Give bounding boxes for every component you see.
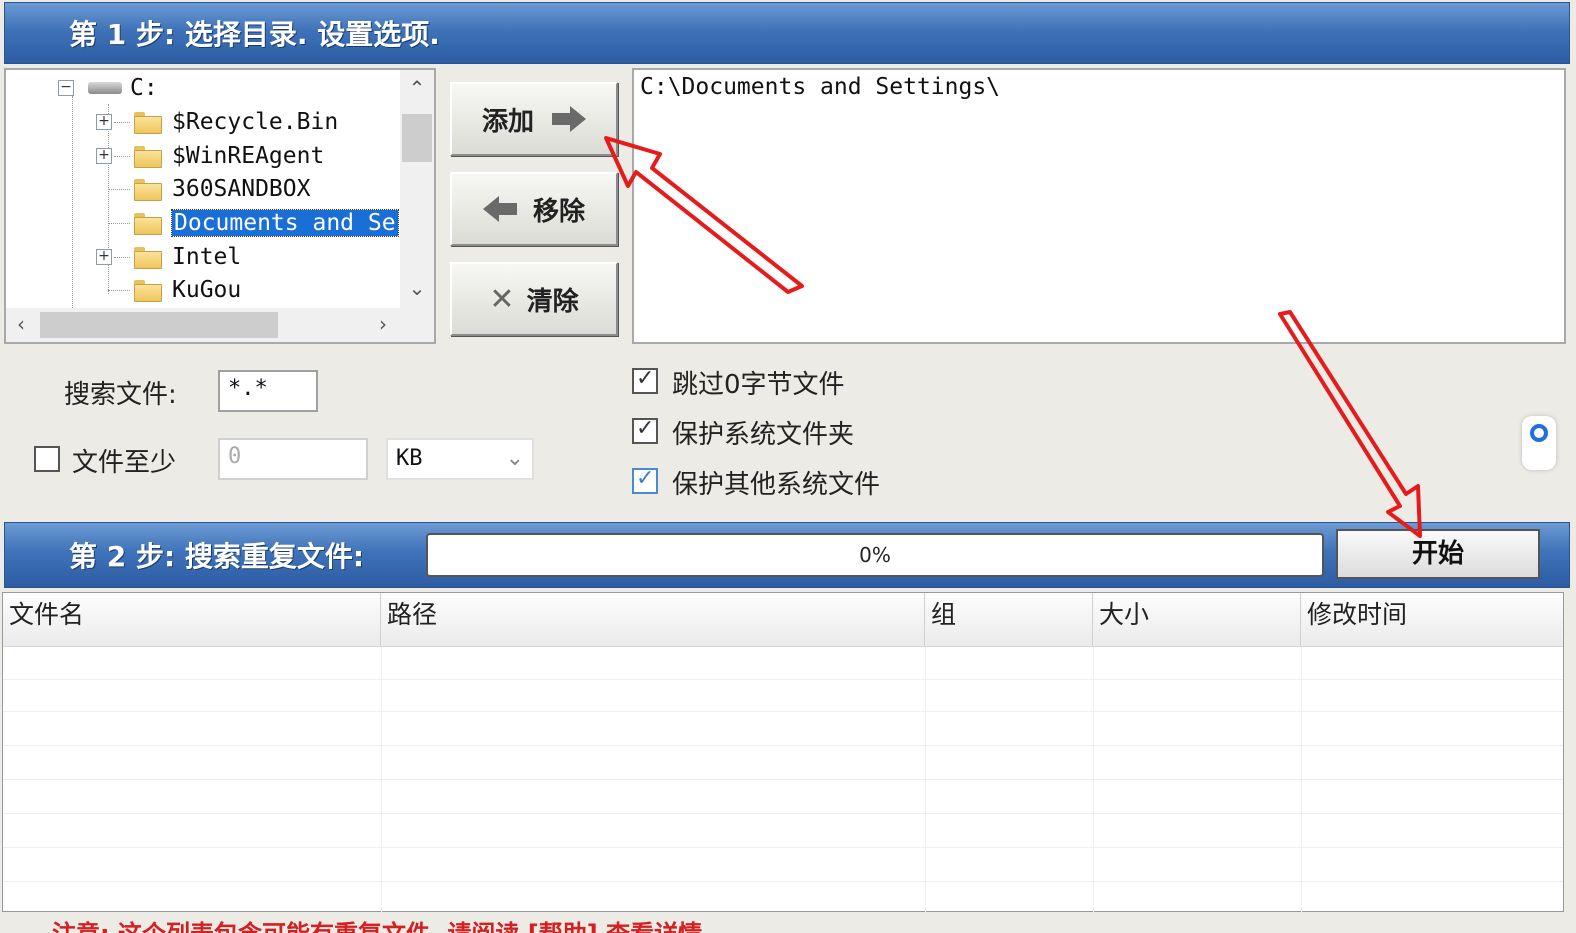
search-progress-bar: 0% bbox=[426, 533, 1324, 577]
min-size-checkbox[interactable] bbox=[34, 446, 60, 472]
tree-item-label: 360SANDBOX bbox=[172, 176, 311, 202]
tree-line bbox=[114, 156, 130, 157]
min-size-input[interactable]: 0 bbox=[218, 438, 368, 480]
start-button-label: 开始 bbox=[1411, 539, 1464, 569]
start-button[interactable]: 开始 bbox=[1336, 529, 1540, 579]
grid-line bbox=[3, 779, 1563, 780]
tree-item[interactable]: KuGou bbox=[96, 274, 241, 306]
folder-icon bbox=[134, 179, 162, 201]
grid-line bbox=[381, 647, 382, 913]
grid-line bbox=[3, 881, 1563, 882]
tree-item-label: KuGou bbox=[172, 277, 242, 303]
step1-title: 第 1 步: 选择目录. 设置选项. bbox=[69, 18, 440, 51]
folder-icon bbox=[134, 146, 162, 168]
scroll-thumb[interactable] bbox=[40, 312, 278, 338]
grid-line bbox=[925, 647, 926, 913]
remove-button[interactable]: 移除 bbox=[450, 172, 618, 246]
search-pattern-input[interactable]: *.* bbox=[218, 370, 318, 412]
grid-line bbox=[3, 847, 1563, 848]
size-unit-value: KB bbox=[396, 446, 423, 471]
drive-icon bbox=[88, 82, 122, 94]
step2-title: 第 2 步: 搜索重复文件: bbox=[69, 540, 365, 573]
column-header-path[interactable]: 路径 bbox=[381, 593, 925, 647]
tree-line bbox=[114, 122, 130, 123]
tree-vertical-scrollbar[interactable]: ⌃ ⌄ bbox=[400, 70, 434, 310]
arrow-to-start-annotation bbox=[1278, 310, 1422, 538]
floating-widget[interactable] bbox=[1522, 416, 1556, 470]
tree-item-label: Intel bbox=[172, 244, 242, 270]
tree-item[interactable]: 360SANDBOX bbox=[96, 173, 310, 205]
arrow-right-icon bbox=[552, 106, 586, 132]
scroll-corner bbox=[400, 308, 434, 342]
clear-x-icon: ✕ bbox=[489, 281, 515, 317]
tree-line bbox=[108, 290, 130, 291]
progress-text: 0% bbox=[859, 543, 891, 567]
size-unit-select[interactable]: KB ⌄ bbox=[386, 438, 534, 480]
scroll-left-icon[interactable]: ‹ bbox=[6, 312, 36, 336]
clear-button[interactable]: ✕ 清除 bbox=[450, 262, 618, 336]
folder-open-icon bbox=[134, 213, 162, 235]
expand-icon[interactable]: + bbox=[96, 148, 112, 164]
directory-tree[interactable]: − C: + $Recycle.Bin + $WinREAgent 360SAN… bbox=[4, 68, 436, 344]
selected-paths-list[interactable]: C:\Documents and Settings\ bbox=[632, 68, 1566, 344]
table-header: 文件名 路径 组 大小 修改时间 bbox=[3, 593, 1563, 647]
arrow-left-icon bbox=[482, 196, 517, 222]
scroll-thumb[interactable] bbox=[402, 114, 432, 162]
grid-line bbox=[3, 711, 1563, 712]
chevron-down-icon: ⌄ bbox=[505, 446, 524, 471]
tree-item-selected[interactable]: Documents and Se bbox=[96, 207, 399, 239]
tree-item[interactable]: + $WinREAgent bbox=[96, 140, 324, 172]
grid-line bbox=[1301, 647, 1302, 913]
tree-line bbox=[72, 96, 73, 310]
search-files-label: 搜索文件: bbox=[64, 380, 177, 410]
drive-label: C: bbox=[130, 75, 158, 101]
skip-zero-byte-checkbox[interactable] bbox=[632, 366, 658, 394]
grid-line bbox=[3, 813, 1563, 814]
scroll-down-icon[interactable]: ⌄ bbox=[402, 276, 432, 300]
step1-header: 第 1 步: 选择目录. 设置选项. bbox=[4, 2, 1570, 64]
add-button-label: 添加 bbox=[481, 106, 534, 137]
collapse-icon[interactable]: − bbox=[58, 80, 74, 96]
protect-system-folder-label: 保护系统文件夹 bbox=[672, 420, 855, 450]
protect-other-system-checkbox[interactable] bbox=[632, 466, 658, 494]
column-header-modified[interactable]: 修改时间 bbox=[1301, 593, 1565, 647]
protect-system-folder-checkbox[interactable] bbox=[632, 416, 658, 444]
footer-note: 注意: 这个列表包含可能有重复文件, 请阅读 [帮助] 查看详情 bbox=[52, 914, 702, 933]
results-table[interactable]: 文件名 路径 组 大小 修改时间 bbox=[2, 592, 1564, 913]
tree-line bbox=[108, 223, 130, 224]
add-button[interactable]: 添加 bbox=[450, 82, 618, 156]
tree-line bbox=[108, 189, 130, 190]
expand-icon[interactable]: + bbox=[96, 249, 112, 265]
expand-icon[interactable]: + bbox=[96, 114, 112, 130]
folder-icon bbox=[134, 112, 162, 134]
folder-icon bbox=[134, 280, 162, 302]
tree-item-label: $Recycle.Bin bbox=[172, 109, 339, 135]
skip-zero-byte-label: 跳过0字节文件 bbox=[672, 370, 845, 400]
tree-item-label: Documents and Se bbox=[171, 209, 399, 237]
min-size-label: 文件至少 bbox=[72, 448, 177, 478]
grid-line bbox=[3, 745, 1563, 746]
remove-button-label: 移除 bbox=[532, 196, 585, 227]
tree-content: − C: + $Recycle.Bin + $WinREAgent 360SAN… bbox=[6, 70, 402, 310]
protect-other-system-label: 保护其他系统文件 bbox=[672, 470, 881, 500]
tree-item-drive[interactable]: − C: bbox=[58, 72, 158, 104]
clear-button-label: 清除 bbox=[526, 286, 579, 317]
tree-line bbox=[114, 257, 130, 258]
tree-horizontal-scrollbar[interactable]: ‹ › bbox=[6, 308, 402, 342]
circle-icon bbox=[1530, 424, 1548, 442]
tree-item-label: $WinREAgent bbox=[172, 143, 325, 169]
folder-icon bbox=[134, 247, 162, 269]
scroll-right-icon[interactable]: › bbox=[368, 312, 398, 336]
tree-item[interactable]: + Intel bbox=[96, 241, 241, 273]
path-item[interactable]: C:\Documents and Settings\ bbox=[640, 74, 1558, 100]
column-header-filename[interactable]: 文件名 bbox=[3, 593, 381, 647]
grid-line bbox=[1093, 647, 1094, 913]
column-header-group[interactable]: 组 bbox=[925, 593, 1093, 647]
column-header-size[interactable]: 大小 bbox=[1093, 593, 1301, 647]
scroll-up-icon[interactable]: ⌃ bbox=[402, 76, 432, 100]
grid-line bbox=[3, 679, 1563, 680]
tree-item[interactable]: + $Recycle.Bin bbox=[96, 106, 338, 138]
